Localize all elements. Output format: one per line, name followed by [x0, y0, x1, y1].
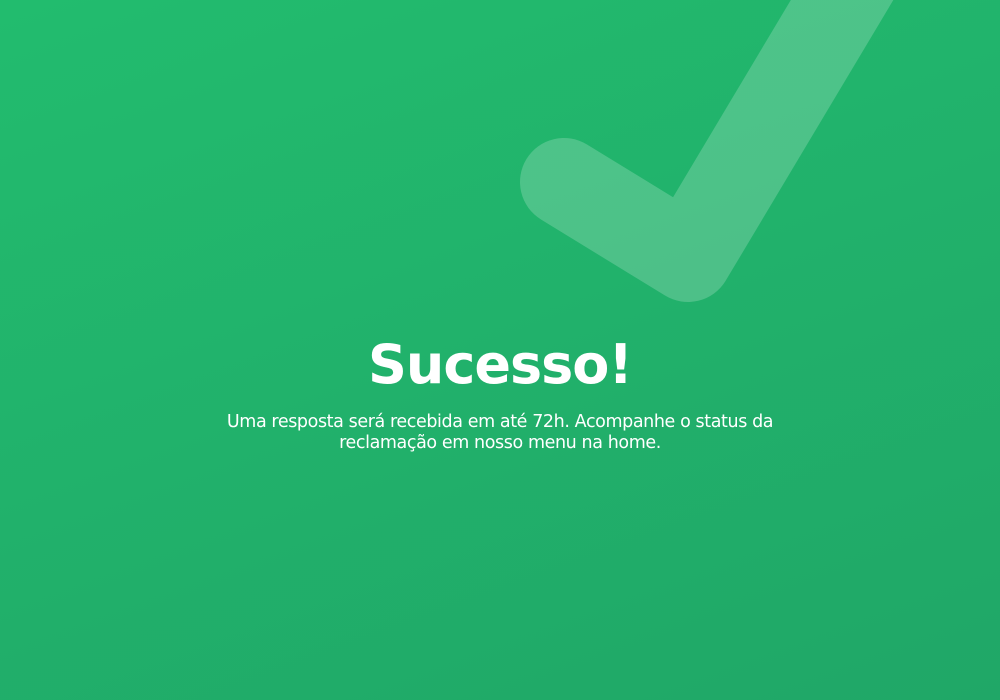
- success-content: Sucesso! Uma resposta será recebida em a…: [0, 330, 1000, 454]
- success-message: Uma resposta será recebida em até 72h. A…: [226, 412, 774, 453]
- success-title: Sucesso!: [368, 333, 633, 396]
